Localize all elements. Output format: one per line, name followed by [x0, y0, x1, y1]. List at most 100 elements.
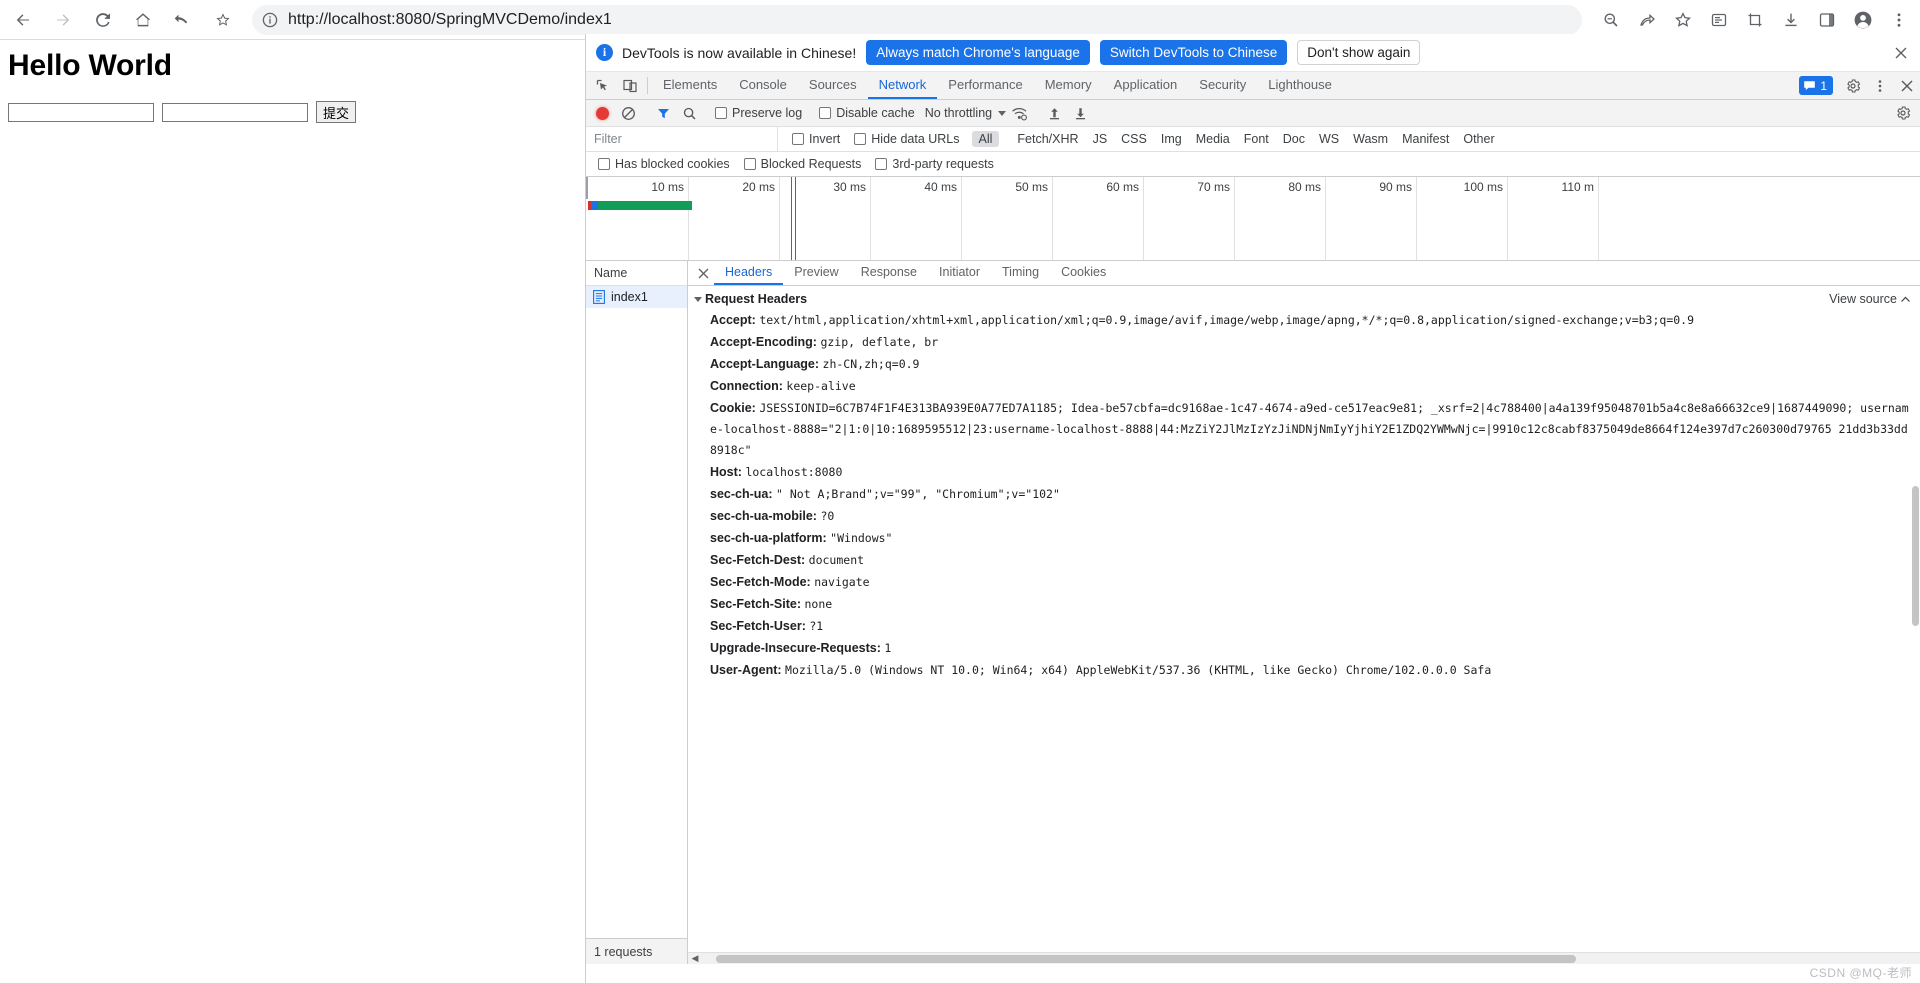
tab-console[interactable]: Console [728, 72, 798, 99]
text-input-1[interactable] [8, 102, 154, 122]
checkbox-box[interactable] [743, 158, 756, 170]
tab-sources[interactable]: Sources [798, 72, 868, 99]
tab-performance[interactable]: Performance [937, 72, 1033, 99]
filter-type-js[interactable]: JS [1086, 131, 1115, 147]
bookmark-star-button[interactable] [206, 3, 240, 37]
hide-data-urls-checkbox[interactable]: Hide data URLs [854, 132, 960, 146]
close-icon[interactable] [1888, 40, 1914, 66]
inspect-cursor-icon[interactable] [589, 72, 616, 99]
side-panel-icon[interactable] [1810, 3, 1844, 37]
network-settings-gear-icon[interactable] [1890, 102, 1916, 124]
detail-vertical-scrollbar[interactable] [1911, 286, 1920, 952]
checkbox-box[interactable] [598, 158, 610, 170]
scrollbar-thumb[interactable] [716, 954, 1576, 963]
request-row-index1[interactable]: index1 [586, 286, 687, 308]
header-value: keep-alive [786, 379, 856, 393]
share-icon[interactable] [1630, 3, 1664, 37]
filter-type-other[interactable]: Other [1456, 131, 1501, 147]
devtools-close-icon[interactable] [1893, 72, 1920, 99]
filter-type-doc[interactable]: Doc [1276, 131, 1312, 147]
download-icon[interactable] [1774, 3, 1808, 37]
has-blocked-cookies-checkbox[interactable]: Has blocked cookies [598, 157, 730, 171]
checkbox-box[interactable] [875, 158, 888, 170]
scroll-left-arrow-icon[interactable]: ◀ [688, 953, 702, 964]
switch-devtools-language-button[interactable]: Switch DevTools to Chinese [1099, 40, 1288, 65]
address-bar[interactable]: http://localhost:8080/SpringMVCDemo/inde… [252, 4, 1582, 35]
timeline-marker-blue [791, 177, 792, 260]
filter-type-img[interactable]: Img [1154, 131, 1189, 147]
checkbox-box[interactable] [819, 107, 832, 119]
detail-tab-headers[interactable]: Headers [714, 261, 784, 285]
device-toolbar-icon[interactable] [616, 72, 643, 99]
funnel-filter-button[interactable] [650, 102, 676, 124]
detail-horizontal-scrollbar[interactable]: ◀ [688, 952, 1920, 964]
header-row: Accept-Encoding: gzip, deflate, br [710, 332, 1910, 354]
request-headers-section-title[interactable]: Request Headers [688, 292, 1920, 310]
blocked-requests-checkbox[interactable]: Blocked Requests [743, 157, 861, 171]
view-source-toggle[interactable]: View source [1829, 292, 1910, 306]
always-match-language-button[interactable]: Always match Chrome's language [866, 40, 1090, 65]
wifi-settings-icon[interactable] [1006, 102, 1032, 124]
three-dot-vertical-icon[interactable] [1866, 72, 1893, 99]
header-value: JSESSIONID=6C7B74F1F4E313BA939E0A77ED7A1… [710, 401, 1909, 457]
crop-capture-icon[interactable] [1738, 3, 1772, 37]
filter-input[interactable] [586, 127, 778, 151]
search-button[interactable] [676, 102, 702, 124]
preserve-log-checkbox[interactable]: Preserve log [715, 106, 802, 120]
filter-type-fetch-xhr[interactable]: Fetch/XHR [1010, 131, 1085, 147]
forward-button[interactable] [46, 3, 80, 37]
network-timeline-overview[interactable]: 10 ms 20 ms 30 ms 40 ms 50 ms 60 ms 70 m… [586, 177, 1920, 261]
tab-lighthouse[interactable]: Lighthouse [1257, 72, 1343, 99]
third-party-requests-checkbox[interactable]: 3rd-party requests [875, 157, 994, 171]
tab-elements[interactable]: Elements [652, 72, 728, 99]
tab-application[interactable]: Application [1103, 72, 1189, 99]
submit-button[interactable]: 提交 [316, 101, 357, 123]
disable-cache-checkbox[interactable]: Disable cache [819, 106, 915, 120]
checkbox-box[interactable] [715, 107, 727, 119]
star-outline-icon[interactable] [1666, 3, 1700, 37]
filter-type-manifest[interactable]: Manifest [1395, 131, 1456, 147]
invert-checkbox[interactable]: Invert [792, 132, 840, 146]
close-icon[interactable] [692, 261, 714, 285]
detail-tab-cookies[interactable]: Cookies [1050, 261, 1117, 285]
filter-type-css[interactable]: CSS [1114, 131, 1154, 147]
record-stop-button[interactable] [596, 106, 609, 120]
filter-type-wasm[interactable]: Wasm [1346, 131, 1395, 147]
detail-tab-timing[interactable]: Timing [991, 261, 1050, 285]
reading-list-icon[interactable] [1702, 3, 1736, 37]
filter-type-ws[interactable]: WS [1312, 131, 1346, 147]
scrollbar-track[interactable] [702, 953, 1920, 965]
chevron-up-icon [1901, 296, 1910, 302]
download-arrow-icon[interactable] [1067, 102, 1093, 124]
filter-type-media[interactable]: Media [1189, 131, 1237, 147]
tab-memory[interactable]: Memory [1034, 72, 1103, 99]
dont-show-again-button[interactable]: Don't show again [1297, 40, 1421, 65]
tab-security[interactable]: Security [1188, 72, 1257, 99]
detail-tab-response[interactable]: Response [850, 261, 928, 285]
detail-tab-initiator[interactable]: Initiator [928, 261, 991, 285]
back-button[interactable] [6, 3, 40, 37]
text-input-2[interactable] [162, 102, 308, 122]
request-list-column-header[interactable]: Name [586, 261, 687, 286]
detail-tab-preview[interactable]: Preview [783, 261, 849, 285]
home-button[interactable] [126, 3, 160, 37]
tab-network[interactable]: Network [867, 72, 938, 99]
checkbox-box[interactable] [854, 133, 867, 145]
profile-avatar-icon[interactable] [1846, 3, 1880, 37]
throttling-dropdown[interactable]: No throttling [925, 106, 1007, 120]
filter-type-all[interactable]: All [971, 131, 1000, 147]
zoom-search-icon[interactable] [1594, 3, 1628, 37]
clear-no-entry-button[interactable] [615, 102, 641, 124]
undo-button[interactable] [166, 3, 200, 37]
upload-arrow-icon[interactable] [1041, 102, 1067, 124]
reload-button[interactable] [86, 3, 120, 37]
request-headers-list: Accept: text/html,application/xhtml+xml,… [688, 310, 1920, 682]
scrollbar-thumb[interactable] [1912, 486, 1919, 626]
three-dot-menu-icon[interactable] [1882, 3, 1916, 37]
gear-icon[interactable] [1839, 72, 1866, 99]
header-name: Sec-Fetch-User: [710, 619, 806, 633]
issues-badge[interactable]: 1 [1799, 76, 1833, 95]
info-circle-icon[interactable] [262, 12, 278, 28]
filter-type-font[interactable]: Font [1237, 131, 1276, 147]
checkbox-box[interactable] [792, 133, 804, 145]
